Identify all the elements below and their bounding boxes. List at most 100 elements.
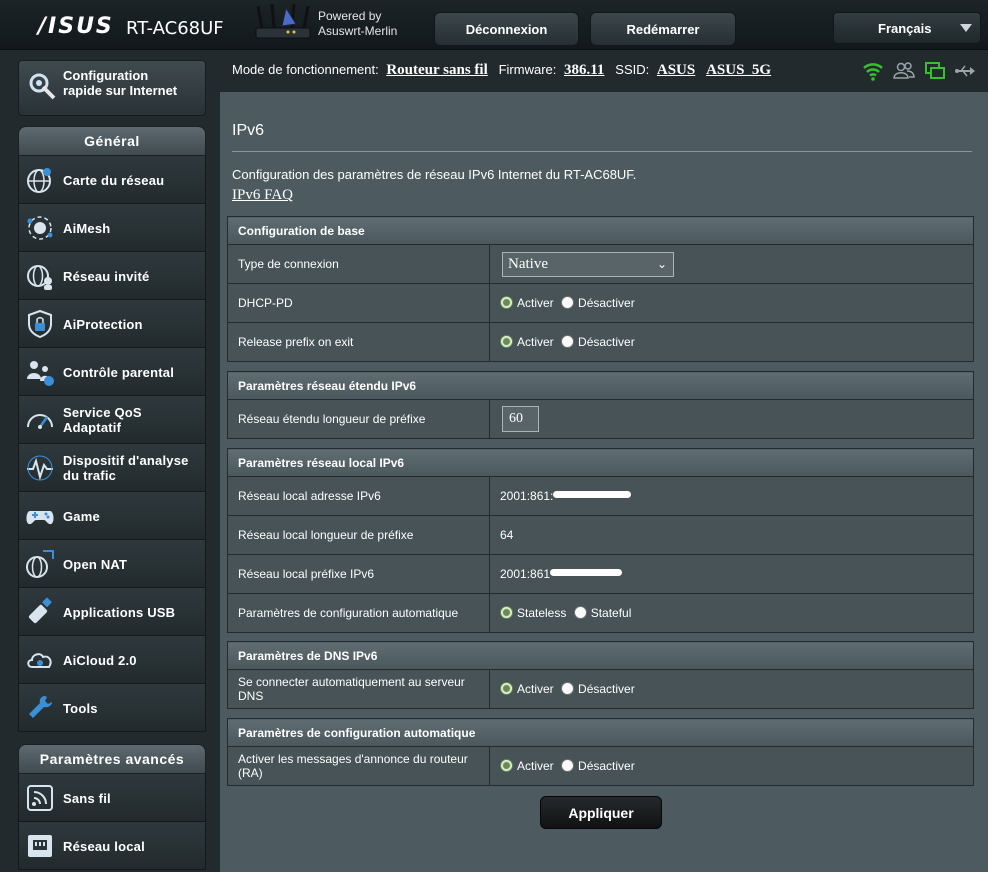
dhcp-pd-label: DHCP-PD (227, 283, 490, 323)
quick-setup-icon (29, 73, 56, 100)
auto-dns-enable-label: Activer (517, 682, 554, 696)
ssid-label: SSID: (615, 62, 650, 77)
autoconf-settings-table: Paramètres de configuration automatique … (227, 718, 974, 786)
lan-prefix-label: Réseau local préfixe IPv6 (227, 554, 490, 594)
sidebar-item-network-map[interactable]: Carte du réseau (18, 156, 206, 204)
lan-prefix-length-label: Réseau local longueur de préfixe (227, 515, 490, 555)
connection-type-select[interactable]: Native ⌄ (502, 251, 674, 277)
ipv6-faq-link[interactable]: IPv6 FAQ (232, 187, 293, 204)
router-advert-cell: Activer Désactiver (489, 746, 974, 786)
cloud-icon (27, 653, 52, 668)
sidebar-item-lan[interactable]: Réseau local (18, 822, 206, 870)
sidebar-item-label: AiProtection (63, 316, 143, 332)
quick-internet-setup-button[interactable]: Configuration rapide sur Internet (18, 60, 206, 116)
wan-settings-header: Paramètres réseau étendu IPv6 (227, 371, 974, 400)
router-advert-enable-radio[interactable] (500, 759, 513, 772)
wireless-icon (27, 785, 53, 811)
quick-setup-line1: Configuration (63, 68, 149, 83)
auto-dns-disable-radio[interactable] (561, 682, 575, 695)
stateful-label: Stateful (590, 606, 632, 620)
gamepad-icon (26, 511, 54, 525)
sidebar-item-aicloud[interactable]: AiCloud 2.0 (18, 636, 206, 684)
release-prefix-disable-radio[interactable] (561, 335, 575, 348)
sidebar-item-label: Dispositif d'analyse du trafic (63, 453, 189, 483)
router-advert-disable-radio[interactable] (561, 759, 575, 772)
traffic-analyzer-icon (27, 455, 53, 481)
stateless-radio[interactable] (500, 606, 513, 619)
apply-button[interactable]: Appliquer (540, 796, 662, 829)
main-panel: IPv6 Configuration des paramètres de rés… (220, 92, 988, 872)
lan-prefix-cell: 2001:861 (489, 554, 974, 594)
advanced-menu: Sans fil Réseau local (18, 774, 206, 870)
autoconf-mode-cell: Stateless Stateful (489, 593, 974, 633)
page-description: Configuration des paramètres de réseau I… (232, 167, 637, 182)
mode-link[interactable]: Routeur sans fil (386, 62, 487, 78)
dns-settings-header: Paramètres de DNS IPv6 (227, 641, 974, 670)
logout-button[interactable]: Déconnexion (434, 12, 579, 46)
dhcp-pd-enable-radio[interactable] (500, 296, 513, 309)
wrench-icon (29, 696, 52, 718)
router-model: RT-AC68UF (126, 18, 224, 39)
release-prefix-cell: Activer Désactiver (489, 322, 974, 362)
powered-by-line1: Powered by (318, 9, 382, 23)
language-value: Français (878, 21, 932, 36)
reboot-button[interactable]: Redémarrer (590, 12, 736, 46)
connection-type-label: Type de connexion (227, 244, 490, 284)
ssid-5g-link[interactable]: ASUS_5G (706, 62, 771, 78)
firmware-link[interactable]: 386.11 (564, 62, 604, 78)
quick-setup-label: Configuration rapide sur Internet (63, 68, 177, 98)
sidebar-item-label: AiMesh (63, 220, 111, 236)
speedometer-icon (27, 414, 53, 429)
sidebar-item-guest-network[interactable]: Réseau invité (18, 252, 206, 300)
sidebar-item-traffic-analyzer[interactable]: Dispositif d'analyse du trafic (18, 444, 206, 492)
aimesh-icon (27, 216, 53, 240)
advanced-section-title: Paramètres avancés (18, 744, 206, 774)
devices-icon[interactable] (924, 60, 946, 82)
page-title: IPv6 (232, 122, 265, 139)
auto-dns-cell: Activer Désactiver (489, 669, 974, 709)
wan-prefix-length-input[interactable]: 60 (502, 406, 539, 432)
auto-dns-enable-radio[interactable] (500, 682, 513, 695)
release-prefix-enable-radio[interactable] (500, 335, 513, 348)
sidebar-item-label: Tools (63, 700, 98, 716)
stateless-label: Stateless (517, 606, 567, 620)
users-icon[interactable] (893, 60, 915, 82)
release-prefix-enable-label: Activer (517, 335, 554, 349)
sidebar-item-tools[interactable]: Tools (18, 684, 206, 732)
stateful-radio[interactable] (573, 606, 587, 619)
sidebar-item-label: Open NAT (63, 556, 128, 572)
status-line: Mode de fonctionnement: Routeur sans fil… (232, 62, 771, 79)
dhcp-pd-cell: Activer Désactiver (489, 283, 974, 323)
sidebar-item-aimesh[interactable]: AiMesh (18, 204, 206, 252)
sidebar-item-game[interactable]: Game (18, 492, 206, 540)
language-select[interactable]: Français (833, 12, 981, 44)
wifi-icon[interactable] (862, 60, 884, 82)
wan-settings-table: Paramètres réseau étendu IPv6 Réseau éte… (227, 371, 974, 439)
connection-type-value: Native (508, 255, 548, 272)
sidebar-item-wireless[interactable]: Sans fil (18, 774, 206, 822)
lan-prefix-length-value: 64 (489, 515, 974, 555)
top-bar: /ISUS RT-AC68UF Powered by Asuswrt-Merli… (0, 0, 988, 50)
sidebar-item-adaptive-qos[interactable]: Service QoS Adaptatif (18, 396, 206, 444)
router-advert-disable-label: Désactiver (578, 759, 635, 773)
sidebar-item-open-nat[interactable]: Open NAT (18, 540, 206, 588)
sidebar-item-usb-applications[interactable]: Applications USB (18, 588, 206, 636)
asus-logo: /ISUS (38, 14, 114, 39)
powered-by: Powered by Asuswrt-Merlin (318, 9, 397, 39)
redaction-mark (553, 491, 632, 498)
ssid-2g-link[interactable]: ASUS (657, 62, 695, 78)
sidebar-item-aiprotection[interactable]: AiProtection (18, 300, 206, 348)
sidebar-item-label: Réseau local (63, 838, 145, 854)
router-icon (255, 3, 311, 39)
sidebar-item-label: Réseau invité (63, 268, 150, 284)
general-menu: Carte du réseau AiMesh Réseau invité AiP… (18, 156, 206, 732)
lan-settings-header: Paramètres réseau local IPv6 (227, 448, 974, 477)
open-nat-icon (26, 550, 54, 578)
dhcp-pd-disable-radio[interactable] (561, 296, 575, 309)
usb-icon[interactable] (954, 60, 976, 82)
sidebar-item-parental-control[interactable]: Contrôle parental (18, 348, 206, 396)
powered-by-line2: Asuswrt-Merlin (318, 24, 398, 38)
quick-setup-line2: rapide sur Internet (63, 83, 178, 98)
lan-address-value: 2001:861: (500, 489, 554, 503)
sidebar-item-label: Contrôle parental (63, 364, 175, 380)
